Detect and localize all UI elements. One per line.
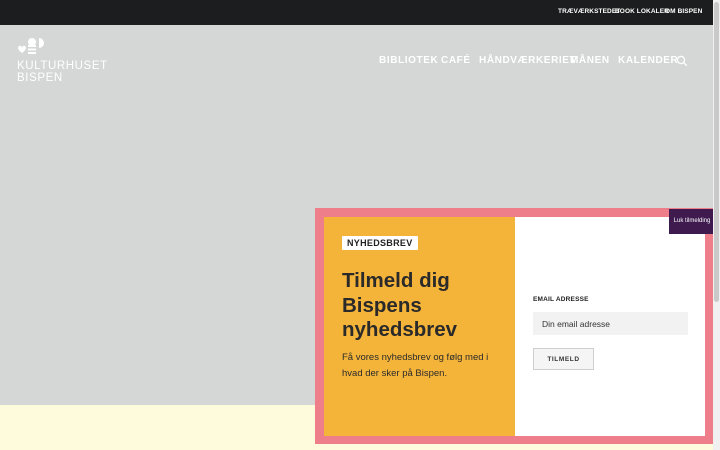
nav-item-bibliotek[interactable]: BIBLIOTEK xyxy=(379,55,438,66)
email-input[interactable] xyxy=(533,312,688,335)
newsletter-title: Tilmeld dig Bispens nyhedsbrev xyxy=(342,269,458,341)
logo-mark-icon xyxy=(18,38,44,54)
search-icon[interactable] xyxy=(675,54,689,68)
link-traevaerkstedet[interactable]: TRÆVÆRKSTEDET xyxy=(558,8,620,15)
nav-item-manen[interactable]: MÅNEN xyxy=(570,55,610,66)
site-logo[interactable]: KULTURHUSET BISPEN xyxy=(17,38,107,86)
link-om-bispen[interactable]: OM BISPEN xyxy=(665,8,702,15)
email-label: EMAIL ADRESSE xyxy=(533,296,589,303)
logo-text-line1: KULTURHUSET xyxy=(17,60,108,72)
nav-item-handvaerkeriet[interactable]: HÅNDVÆRKERIET xyxy=(479,55,576,66)
nav-item-cafe[interactable]: CAFÉ xyxy=(441,55,471,66)
newsletter-badge: NYHEDSBREV xyxy=(342,236,418,250)
newsletter-description: Få vores nyhedsbrev og følg med i hvad d… xyxy=(342,352,489,379)
link-book-lokaler[interactable]: BOOK LOKALER xyxy=(615,8,669,15)
scrollbar-thumb[interactable] xyxy=(714,2,719,302)
close-newsletter-button[interactable]: Luk tilmelding xyxy=(669,209,715,234)
top-utility-bar: TRÆVÆRKSTEDET BOOK LOKALER OM BISPEN xyxy=(0,0,713,25)
subscribe-button[interactable]: TILMELD xyxy=(533,348,594,370)
page-scrollbar[interactable] xyxy=(713,0,720,450)
nav-item-kalender[interactable]: KALENDER xyxy=(618,55,678,66)
newsletter-intro-panel: NYHEDSBREV Tilmeld dig Bispens nyhedsbre… xyxy=(324,217,515,436)
logo-text-line2: BISPEN xyxy=(17,72,63,84)
newsletter-modal: NYHEDSBREV Tilmeld dig Bispens nyhedsbre… xyxy=(315,208,715,444)
newsletter-form: EMAIL ADRESSE TILMELD xyxy=(515,217,705,436)
